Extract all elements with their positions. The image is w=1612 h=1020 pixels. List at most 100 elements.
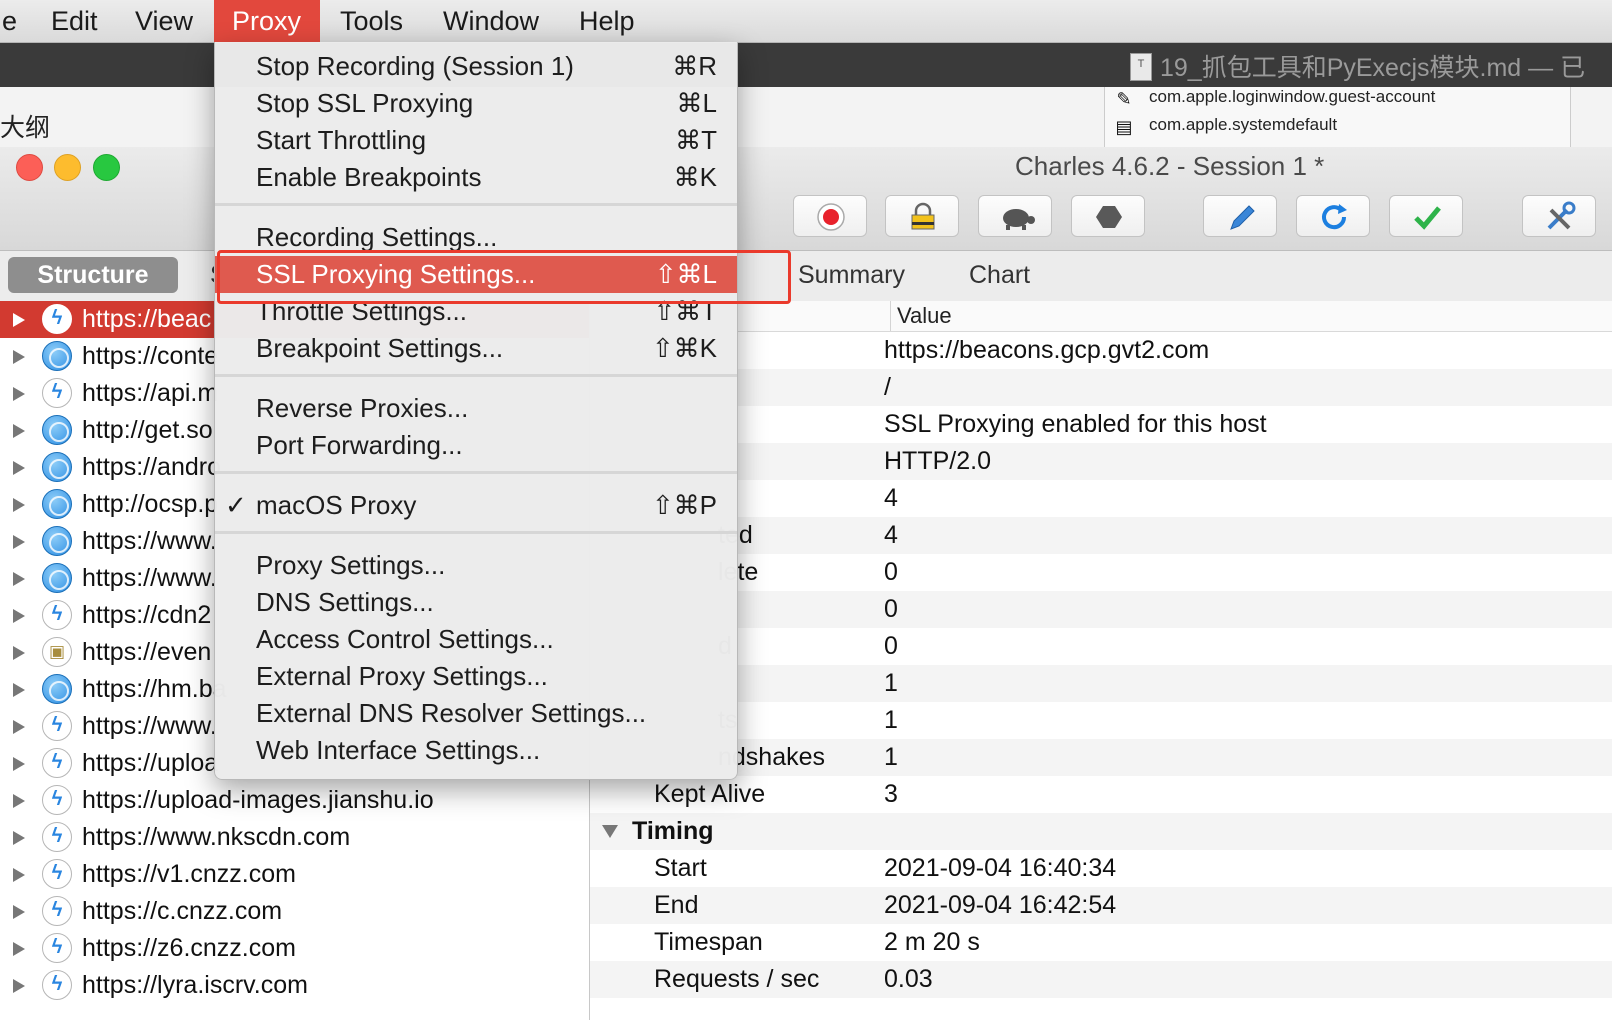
row-value: 0 xyxy=(884,595,898,623)
disclosure-triangle-icon[interactable] xyxy=(13,424,25,438)
record-button[interactable] xyxy=(793,195,867,237)
ssl-lock-icon xyxy=(911,202,935,230)
table-row[interactable]: 1 xyxy=(590,665,1612,702)
table-row[interactable]: 0 xyxy=(590,591,1612,628)
disclosure-triangle-icon[interactable] xyxy=(13,646,25,660)
tab-chart[interactable]: Chart xyxy=(969,257,1030,293)
disclosure-triangle-icon[interactable] xyxy=(13,757,25,771)
menu-item-breakpoint-settings[interactable]: Breakpoint Settings... ⇧⌘K xyxy=(215,330,737,367)
throttle-button[interactable] xyxy=(978,195,1052,237)
disclosure-triangle-icon[interactable] xyxy=(13,720,25,734)
disclosure-triangle-icon[interactable] xyxy=(13,461,25,475)
menu-separator xyxy=(215,531,737,534)
globe-icon xyxy=(42,674,72,704)
menu-item-stop-ssl-proxying[interactable]: Stop SSL Proxying ⌘L xyxy=(215,85,737,122)
menu-item-label: Port Forwarding... xyxy=(256,430,463,460)
close-window-button[interactable] xyxy=(16,154,43,181)
table-row[interactable]: https://beacons.gcp.gvt2.com xyxy=(590,332,1612,369)
table-row[interactable]: ted4 xyxy=(590,517,1612,554)
table-row[interactable]: d0 xyxy=(590,628,1612,665)
tab-summary[interactable]: Summary xyxy=(798,257,905,293)
globe-icon xyxy=(42,526,72,556)
tree-row[interactable]: ϟ https://v1.cnzz.com xyxy=(0,856,589,893)
menu-item-access-control-settings[interactable]: Access Control Settings... xyxy=(215,621,737,658)
disclosure-triangle-icon[interactable] xyxy=(13,313,25,327)
disclosure-triangle-icon[interactable] xyxy=(13,905,25,919)
disclosure-triangle-icon[interactable] xyxy=(13,942,25,956)
menu-item-web-interface-settings[interactable]: Web Interface Settings... xyxy=(215,732,737,769)
disclosure-triangle-icon[interactable] xyxy=(13,831,25,845)
background-document-title: 19_抓包工具和PyExecjs模块.md — 已 xyxy=(1160,54,1586,82)
menu-item-enable-breakpoints[interactable]: Enable Breakpoints ⌘K xyxy=(215,159,737,196)
validate-button[interactable] xyxy=(1389,195,1463,237)
disclosure-triangle-icon[interactable] xyxy=(13,683,25,697)
table-row[interactable]: Timespan 2 m 20 s xyxy=(590,924,1612,961)
disclosure-triangle-icon[interactable] xyxy=(13,609,25,623)
tree-row[interactable]: ϟ https://lyra.iscrv.com xyxy=(0,967,589,1004)
menu-item-dns-settings[interactable]: DNS Settings... xyxy=(215,584,737,621)
disclosure-triangle-icon[interactable] xyxy=(13,498,25,512)
tree-row[interactable]: ϟ https://z6.cnzz.com xyxy=(0,930,589,967)
table-row[interactable]: Requests / sec 0.03 xyxy=(590,961,1612,998)
ssl-bolt-icon: ϟ xyxy=(42,378,72,408)
pencil-file-icon: ✎ xyxy=(1116,89,1132,109)
menu-item-external-proxy-settings[interactable]: External Proxy Settings... xyxy=(215,658,737,695)
disclosure-triangle-icon[interactable] xyxy=(13,535,25,549)
disclosure-triangle-icon[interactable] xyxy=(13,350,25,364)
compose-button[interactable] xyxy=(1203,195,1277,237)
table-row[interactable]: Start 2021-09-04 16:40:34 xyxy=(590,850,1612,887)
disclosure-triangle-icon[interactable] xyxy=(13,794,25,808)
value-column-header[interactable]: Value xyxy=(890,301,952,331)
background-file-list: ✎ com.apple.loginwindow.guest-account ▤ … xyxy=(1104,87,1571,147)
minimize-window-button[interactable] xyxy=(54,154,81,181)
overview-table: Value https://beacons.gcp.gvt2.com / SSL P… xyxy=(590,301,1612,1020)
table-row[interactable]: SSL Proxying enabled for this host xyxy=(590,406,1612,443)
repeat-button[interactable] xyxy=(1296,195,1370,237)
disclosure-triangle-icon[interactable] xyxy=(13,979,25,993)
file-item[interactable]: com.apple.systemdefault xyxy=(1149,115,1337,135)
disclosure-triangle-icon[interactable] xyxy=(13,868,25,882)
expand-triangle-icon[interactable] xyxy=(602,825,618,838)
file-item[interactable]: com.apple.loginwindow.guest-account xyxy=(1149,87,1435,107)
tree-row[interactable]: ϟ https://www.nkscdn.com xyxy=(0,819,589,856)
menu-help[interactable]: Help xyxy=(561,0,653,42)
row-value: 3 xyxy=(884,780,898,808)
host-url: https://z6.cnzz.com xyxy=(82,934,296,962)
tree-row[interactable]: ϟ https://c.cnzz.com xyxy=(0,893,589,930)
menu-item-proxy-settings[interactable]: Proxy Settings... xyxy=(215,547,737,584)
disclosure-triangle-icon[interactable] xyxy=(13,387,25,401)
zoom-window-button[interactable] xyxy=(93,154,120,181)
menu-edit[interactable]: Edit xyxy=(33,0,116,42)
host-url: https://c.cnzz.com xyxy=(82,897,283,925)
table-row[interactable]: ts1 xyxy=(590,702,1612,739)
outline-label: 大纲 xyxy=(0,114,51,142)
table-row[interactable]: lete 0 xyxy=(590,554,1612,591)
tab-structure[interactable]: Structure xyxy=(8,257,178,293)
menu-item-label: Stop SSL Proxying xyxy=(256,88,474,118)
tools-button[interactable] xyxy=(1522,195,1596,237)
table-row[interactable]: 4 xyxy=(590,480,1612,517)
menu-item-macos-proxy[interactable]: ✓ macOS Proxy ⇧⌘P xyxy=(215,487,737,524)
table-row[interactable]: Kept Alive 3 xyxy=(590,776,1612,813)
breakpoints-button[interactable] xyxy=(1071,195,1145,237)
disclosure-triangle-icon[interactable] xyxy=(13,572,25,586)
table-row[interactable]: ndshakes 1 xyxy=(590,739,1612,776)
menu-item-start-throttling[interactable]: Start Throttling ⌘T xyxy=(215,122,737,159)
ssl-proxying-button[interactable] xyxy=(885,195,959,237)
menu-item-port-forwarding[interactable]: Port Forwarding... xyxy=(215,427,737,464)
tree-row[interactable]: ϟ https://upload-images.jianshu.io xyxy=(0,782,589,819)
menu-window[interactable]: Window xyxy=(425,0,557,42)
menu-item-reverse-proxies[interactable]: Reverse Proxies... xyxy=(215,390,737,427)
table-row[interactable]: / xyxy=(590,369,1612,406)
menu-item-stop-recording-session-1[interactable]: Stop Recording (Session 1) ⌘R xyxy=(215,48,737,85)
menu-tools[interactable]: Tools xyxy=(322,0,421,42)
table-row[interactable]: End 2021-09-04 16:42:54 xyxy=(590,887,1612,924)
menu-item-external-dns-resolver-settings[interactable]: External DNS Resolver Settings... xyxy=(215,695,737,732)
menu-file[interactable]: e xyxy=(0,0,35,42)
menu-view[interactable]: View xyxy=(117,0,211,42)
table-row[interactable]: HTTP/2.0 xyxy=(590,443,1612,480)
menu-proxy[interactable]: Proxy xyxy=(214,0,320,42)
host-url: https://api.m xyxy=(82,379,219,407)
row-value: 1 xyxy=(884,706,898,734)
timing-group-row[interactable]: Timing xyxy=(590,813,1612,850)
